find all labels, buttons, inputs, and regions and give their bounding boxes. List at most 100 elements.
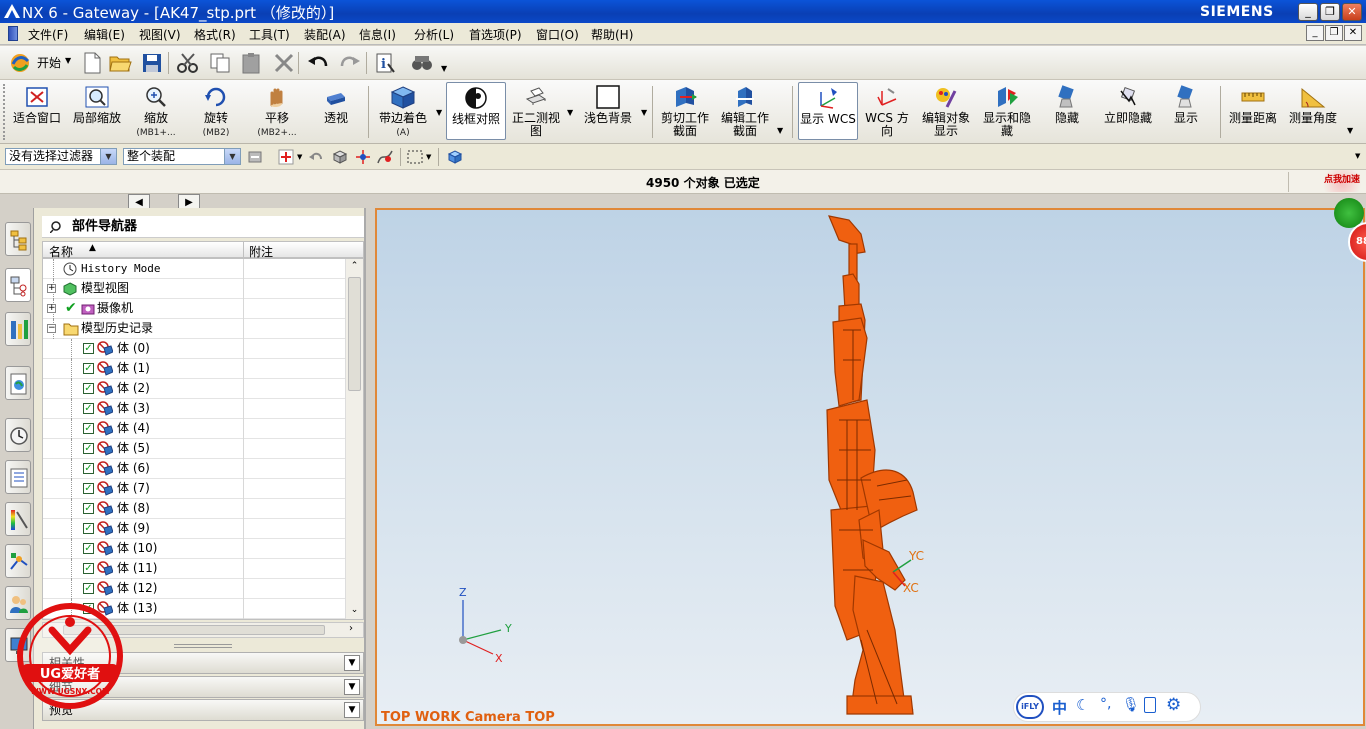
fit-window-button[interactable]: 适合窗口 xyxy=(8,82,66,140)
part-navigator-tab[interactable] xyxy=(5,268,31,302)
close-button[interactable]: ✕ xyxy=(1342,3,1362,21)
expand-toggle-icon[interactable]: − xyxy=(47,324,56,333)
chevron-down-icon[interactable]: ▼ xyxy=(344,655,360,671)
delete-icon[interactable] xyxy=(272,52,296,74)
tree-row[interactable]: ✓ 体 (5) xyxy=(43,439,345,459)
promo-label[interactable]: 点我加速 xyxy=(1318,170,1366,192)
history-tab[interactable] xyxy=(5,418,31,452)
wireframe-contrast-button[interactable]: 线框对照 xyxy=(446,82,506,140)
tree-row[interactable]: ✓ 体 (1) xyxy=(43,359,345,379)
binoculars-dropdown-icon[interactable]: ▼ xyxy=(441,64,447,73)
tree-row[interactable]: + ✔ 摄像机 xyxy=(43,299,345,319)
show-hide-button[interactable]: 显示和隐 藏 xyxy=(978,82,1036,140)
web-browser-tab[interactable] xyxy=(5,366,31,400)
tree-row[interactable]: ✓ 体 (8) xyxy=(43,499,345,519)
tree-row[interactable]: ✓ 体 (9) xyxy=(43,519,345,539)
copy-icon[interactable] xyxy=(208,52,232,74)
tree-row[interactable]: ✓ 体 (4) xyxy=(43,419,345,439)
assembly-navigator-tab[interactable] xyxy=(5,222,31,256)
expand-toggle-icon[interactable]: + xyxy=(47,284,56,293)
checkbox-icon[interactable]: ✓ xyxy=(83,443,94,454)
microphone-icon[interactable]: 🎙 xyxy=(1122,697,1140,713)
menu-analysis[interactable]: 分析(L) xyxy=(414,26,454,43)
show-wcs-button[interactable]: 显示 WCS xyxy=(798,82,858,140)
scroll-up-icon[interactable]: ⌃ xyxy=(348,261,361,274)
checkbox-icon[interactable]: ✓ xyxy=(83,483,94,494)
measure-dropdown-icon[interactable]: ▼ xyxy=(1347,126,1353,135)
checkbox-icon[interactable]: ✓ xyxy=(83,343,94,354)
scroll-right-icon[interactable]: › xyxy=(349,623,353,634)
tree-row[interactable]: − 模型历史记录 xyxy=(43,319,345,339)
light-background-button[interactable]: 浅色背景 xyxy=(578,82,638,140)
tree-row[interactable]: ✓ 体 (7) xyxy=(43,479,345,499)
checkbox-icon[interactable]: ✓ xyxy=(83,543,94,554)
redo-icon[interactable] xyxy=(338,52,362,74)
snap-point-icon[interactable] xyxy=(278,149,296,165)
edit-section-button[interactable]: 编辑工作 截面 xyxy=(716,82,774,140)
expand-toggle-icon[interactable]: + xyxy=(47,304,56,313)
selection-scope-select[interactable]: 整个装配 ▼ xyxy=(123,148,241,165)
checkbox-icon[interactable]: ✓ xyxy=(83,503,94,514)
menu-file[interactable]: 文件(F) xyxy=(28,26,68,43)
menu-edit[interactable]: 编辑(E) xyxy=(84,26,125,43)
rectangle-select-icon[interactable] xyxy=(406,149,424,165)
selbar-overflow-icon[interactable]: ▼ xyxy=(1355,152,1360,160)
graphics-window[interactable]: YC XC Z Y X TOP WORK Camera TOP iFLY 中 ☾… xyxy=(375,208,1365,726)
visualization-tab[interactable] xyxy=(5,502,31,536)
solid-select-icon[interactable] xyxy=(331,149,349,165)
open-folder-icon[interactable] xyxy=(108,52,132,74)
menu-format[interactable]: 格式(R) xyxy=(194,26,236,43)
vertical-scrollbar[interactable]: ⌃ ⌄ xyxy=(345,259,363,619)
type-filter-select[interactable]: 没有选择过滤器 ▼ xyxy=(5,148,117,165)
menu-assembly[interactable]: 装配(A) xyxy=(304,26,346,43)
checkbox-icon[interactable]: ✓ xyxy=(83,563,94,574)
punctuation-icon[interactable]: °, xyxy=(1100,696,1111,712)
zoom-button[interactable]: 缩放 (MB1+... xyxy=(128,82,184,140)
binoculars-icon[interactable] xyxy=(410,52,434,74)
trimetric-view-button[interactable]: 正二测视 图 xyxy=(508,82,564,140)
perspective-button[interactable]: 透视 xyxy=(308,82,364,140)
paste-icon[interactable] xyxy=(240,52,264,74)
reuse-library-tab[interactable] xyxy=(5,312,31,346)
ak47-model[interactable]: YC XC Z Y X xyxy=(377,210,1363,724)
restore-button[interactable]: ❐ xyxy=(1320,3,1340,21)
scroll-down-icon[interactable]: ⌄ xyxy=(348,605,361,618)
settings-gear-icon[interactable]: ⚙ xyxy=(1166,695,1181,715)
checkbox-icon[interactable]: ✓ xyxy=(83,523,94,534)
undo-icon[interactable] xyxy=(306,52,330,74)
clipboard-icon[interactable] xyxy=(1144,697,1156,713)
scroll-thumb[interactable] xyxy=(348,277,361,391)
menu-info[interactable]: 信息(I) xyxy=(359,26,396,43)
moon-icon[interactable]: ☾ xyxy=(1076,696,1089,714)
checkbox-icon[interactable]: ✓ xyxy=(83,363,94,374)
mdi-minimize-button[interactable]: _ xyxy=(1306,25,1324,41)
mdi-close-button[interactable]: ✕ xyxy=(1344,25,1362,41)
save-icon[interactable] xyxy=(140,52,164,74)
undo-selection-icon[interactable] xyxy=(308,149,324,165)
menu-window[interactable]: 窗口(O) xyxy=(536,26,579,43)
shaded-edges-button[interactable]: 带边着色 (A) xyxy=(372,82,434,140)
menu-help[interactable]: 帮助(H) xyxy=(591,26,633,43)
tree-row[interactable]: ✓ 体 (10) xyxy=(43,539,345,559)
pin-icon[interactable] xyxy=(50,221,64,233)
process-studio-tab[interactable] xyxy=(5,544,31,578)
system-materials-tab[interactable] xyxy=(5,460,31,494)
checkbox-icon[interactable]: ✓ xyxy=(83,423,94,434)
tree-row[interactable]: History Mode xyxy=(43,259,345,279)
point-select-icon[interactable] xyxy=(354,149,372,165)
hide-button[interactable]: 隐藏 xyxy=(1040,82,1094,140)
chevron-down-icon[interactable]: ▼ xyxy=(344,702,360,718)
new-file-icon[interactable] xyxy=(80,52,104,74)
info-icon[interactable]: i xyxy=(374,52,398,74)
orient-dropdown-icon[interactable]: ▼ xyxy=(567,108,573,117)
ime-logo[interactable]: iFLY xyxy=(1016,695,1044,719)
tree-row[interactable]: ✓ 体 (12) xyxy=(43,579,345,599)
curve-select-icon[interactable] xyxy=(376,149,394,165)
checkbox-icon[interactable]: ✓ xyxy=(83,403,94,414)
wcs-orient-button[interactable]: WCS 方向 xyxy=(860,82,914,140)
tree-row[interactable]: + 模型视图 xyxy=(43,279,345,299)
menu-preferences[interactable]: 首选项(P) xyxy=(469,26,522,43)
section-dropdown-icon[interactable]: ▼ xyxy=(777,126,783,135)
zoom-area-button[interactable]: 局部缩放 xyxy=(68,82,126,140)
tree-row[interactable]: ✓ 体 (2) xyxy=(43,379,345,399)
